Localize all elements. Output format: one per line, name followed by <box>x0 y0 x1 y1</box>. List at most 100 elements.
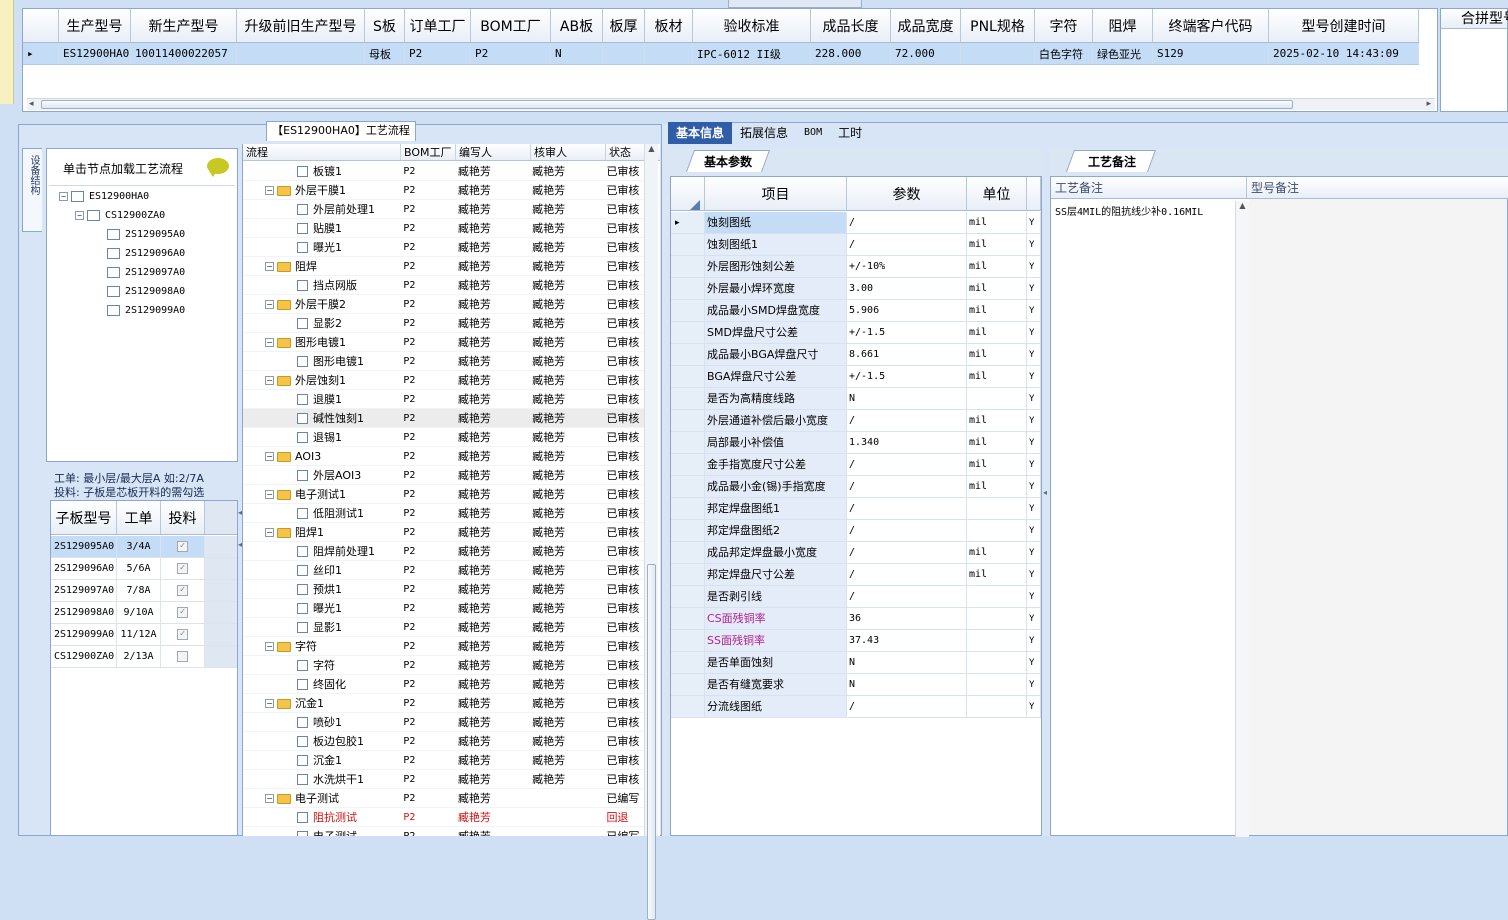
param-param[interactable]: / <box>847 542 967 563</box>
flow-row[interactable]: − 阻焊 P2 臧艳芳 臧艳芳 已审核 <box>243 257 647 276</box>
collapse-icon[interactable]: − <box>265 262 274 271</box>
flow-row[interactable]: 图形电镀1 P2 臧艳芳 臧艳芳 已审核 <box>243 352 647 371</box>
grid-col-5[interactable]: BOM工厂 <box>471 9 551 42</box>
grid-col-0[interactable]: 生产型号 <box>59 9 131 42</box>
flow-row[interactable]: − 沉金1 P2 臧艳芳 臧艳芳 已审核 <box>243 694 647 713</box>
sub-col-0[interactable]: 子板型号 <box>51 501 117 534</box>
flow-row[interactable]: 丝印1 P2 臧艳芳 臧艳芳 已审核 <box>243 561 647 580</box>
flow-row[interactable]: 外层前处理1 P2 臧艳芳 臧艳芳 已审核 <box>243 200 647 219</box>
param-row[interactable]: 是否单面蚀刻 N Y <box>671 652 1041 674</box>
flow-col-4[interactable]: 状态 <box>606 144 647 160</box>
flow-row[interactable]: 低阻测试1 P2 臧艳芳 臧艳芳 已审核 <box>243 504 647 523</box>
param-row[interactable]: 成品最小金(锡)手指宽度 / mil Y <box>671 476 1041 498</box>
param-row[interactable]: 邦定焊盘尺寸公差 / mil Y <box>671 564 1041 586</box>
collapse-icon[interactable]: − <box>265 794 274 803</box>
grid-col-10[interactable]: 成品长度 <box>811 9 891 42</box>
flow-row[interactable]: 挡点网版 P2 臧艳芳 臧艳芳 已审核 <box>243 276 647 295</box>
param-param[interactable]: 1.340 <box>847 432 967 453</box>
grid-cell-10[interactable]: 228.000 <box>811 43 891 64</box>
grid-col-7[interactable]: 板厚 <box>603 9 645 42</box>
flow-row[interactable]: 沉金1 P2 臧艳芳 臧艳芳 已审核 <box>243 751 647 770</box>
grid-col-16[interactable]: 型号创建时间 <box>1269 9 1419 42</box>
horizontal-scrollbar[interactable]: ◂ ▸ <box>27 98 1435 110</box>
param-row[interactable]: SS面残铜率 37.43 Y <box>671 630 1041 652</box>
flow-row[interactable]: 曝光1 P2 臧艳芳 臧艳芳 已审核 <box>243 599 647 618</box>
param-param[interactable]: N <box>847 674 967 695</box>
flow-col-1[interactable]: BOM工厂 <box>401 144 456 160</box>
flow-row[interactable]: − 外层干膜2 P2 臧艳芳 臧艳芳 已审核 <box>243 295 647 314</box>
param-row[interactable]: 外层图形蚀刻公差 +/-10% mil Y <box>671 256 1041 278</box>
flow-row[interactable]: 曝光1 P2 臧艳芳 臧艳芳 已审核 <box>243 238 647 257</box>
right-splitter[interactable]: ◂ <box>1042 148 1050 836</box>
param-row[interactable]: 是否有缝宽要求 N Y <box>671 674 1041 696</box>
grid-cell-3[interactable]: 母板 <box>365 43 405 64</box>
param-param[interactable]: N <box>847 388 967 409</box>
grid-cell-5[interactable]: P2 <box>471 43 551 64</box>
param-row[interactable]: 外层最小焊环宽度 3.00 mil Y <box>671 278 1041 300</box>
grid-cell-7[interactable] <box>603 43 645 64</box>
param-row[interactable]: 是否剥引线 / Y <box>671 586 1041 608</box>
sub-board-model[interactable]: 2S129095A0 <box>51 536 117 557</box>
param-row[interactable]: 金手指宽度尺寸公差 / mil Y <box>671 454 1041 476</box>
flow-row[interactable]: 退锡1 P2 臧艳芳 臧艳芳 已审核 <box>243 428 647 447</box>
param-row[interactable]: ▸ 蚀刻图纸 / mil Y <box>671 212 1041 234</box>
sub-board-order[interactable]: 9/10A <box>117 602 161 623</box>
flow-row[interactable]: 预烘1 P2 臧艳芳 臧艳芳 已审核 <box>243 580 647 599</box>
flow-row[interactable]: 碱性蚀刻1 P2 臧艳芳 臧艳芳 已审核 <box>243 409 647 428</box>
param-row[interactable]: 局部最小补偿值 1.340 mil Y <box>671 432 1041 454</box>
collapse-icon[interactable]: − <box>59 191 68 201</box>
param-param[interactable]: +/-1.5 <box>847 322 967 343</box>
collapse-icon[interactable]: − <box>265 642 274 651</box>
param-param[interactable]: 3.00 <box>847 278 967 299</box>
grid-cell-9[interactable]: IPC-6012 II级 <box>693 43 811 64</box>
remark-scroll[interactable]: ▲ <box>1235 201 1249 837</box>
tree-node-child[interactable]: − CS12900ZA0 <box>75 206 165 224</box>
collapse-icon[interactable]: − <box>75 210 84 220</box>
top-splitter-tab[interactable] <box>728 0 862 8</box>
flow-row[interactable]: − 字符 P2 臧艳芳 臧艳芳 已审核 <box>243 637 647 656</box>
collapse-icon[interactable]: − <box>265 452 274 461</box>
grid-col-3[interactable]: S板 <box>365 9 405 42</box>
sub-col-2[interactable]: 投料 <box>161 501 205 534</box>
flow-row[interactable]: − 外层蚀刻1 P2 臧艳芳 臧艳芳 已审核 <box>243 371 647 390</box>
scroll-thumb[interactable] <box>41 100 1293 109</box>
scroll-left-arrow[interactable]: ◂ <box>29 99 34 109</box>
param-param[interactable]: / <box>847 696 967 717</box>
param-row[interactable]: CS面残铜率 36 Y <box>671 608 1041 630</box>
param-row[interactable]: 成品最小BGA焊盘尺寸 8.661 mil Y <box>671 344 1041 366</box>
remark-scroll-up[interactable]: ▲ <box>1236 201 1249 210</box>
collapse-icon[interactable]: − <box>265 300 274 309</box>
sub-board-model[interactable]: 2S129097A0 <box>51 580 117 601</box>
grid-col-9[interactable]: 验收标准 <box>693 9 811 42</box>
grid-cell-11[interactable]: 72.000 <box>891 43 961 64</box>
param-row[interactable]: 邦定焊盘图纸1/ Y <box>671 498 1041 520</box>
flow-row[interactable]: 喷砂1 P2 臧艳芳 臧艳芳 已审核 <box>243 713 647 732</box>
flow-row[interactable]: − 电子测试 P2 臧艳芳 已编写 <box>243 789 647 808</box>
grid-cell-14[interactable]: 绿色亚光 <box>1093 43 1153 64</box>
flow-row[interactable]: 显影2 P2 臧艳芳 臧艳芳 已审核 <box>243 314 647 333</box>
param-row[interactable]: 分流线图纸 / Y <box>671 696 1041 718</box>
sub-board-row[interactable]: 2S129099A0 11/12A ✓ <box>51 624 237 646</box>
scroll-up-arrow[interactable]: ▲ <box>645 144 658 153</box>
param-param[interactable]: / <box>847 212 967 233</box>
tree-node-leaf[interactable]: 2S129098A0 <box>107 282 185 300</box>
param-param[interactable]: 37.43 <box>847 630 967 651</box>
tree-node-leaf[interactable]: 2S129097A0 <box>107 263 185 281</box>
tree-node-leaf[interactable]: 2S129096A0 <box>107 244 185 262</box>
flow-col-3[interactable]: 核审人 <box>531 144 606 160</box>
params-col-1[interactable]: 参数 <box>847 177 967 210</box>
param-param[interactable]: / <box>847 454 967 475</box>
param-row[interactable]: 邦定焊盘图纸2/ Y <box>671 520 1041 542</box>
grid-col-6[interactable]: AB板 <box>551 9 603 42</box>
right-tab-2[interactable]: BOM <box>796 122 830 144</box>
flow-row[interactable]: 显影1 P2 臧艳芳 臧艳芳 已审核 <box>243 618 647 637</box>
sub-board-model[interactable]: 2S129099A0 <box>51 624 117 645</box>
param-row[interactable]: SMD焊盘尺寸公差 +/-1.5 mil Y <box>671 322 1041 344</box>
sub-board-row[interactable]: CS12900ZA0 2/13A <box>51 646 237 668</box>
param-row[interactable]: 外层通道补偿后最小宽度 / mil Y <box>671 410 1041 432</box>
sub-board-model[interactable]: CS12900ZA0 <box>51 646 117 667</box>
flow-title-tab[interactable]: 【ES12900HA0】工艺流程 <box>266 121 416 141</box>
model-grid-row[interactable]: ▸ ES12900HA0 10011400022057 母板 P2 P2 N IPC-6012… <box>23 43 1419 65</box>
flow-row[interactable]: 电子测试 P2臧艳芳 已编写 <box>243 827 647 836</box>
grid-col-13[interactable]: 字符 <box>1035 9 1093 42</box>
